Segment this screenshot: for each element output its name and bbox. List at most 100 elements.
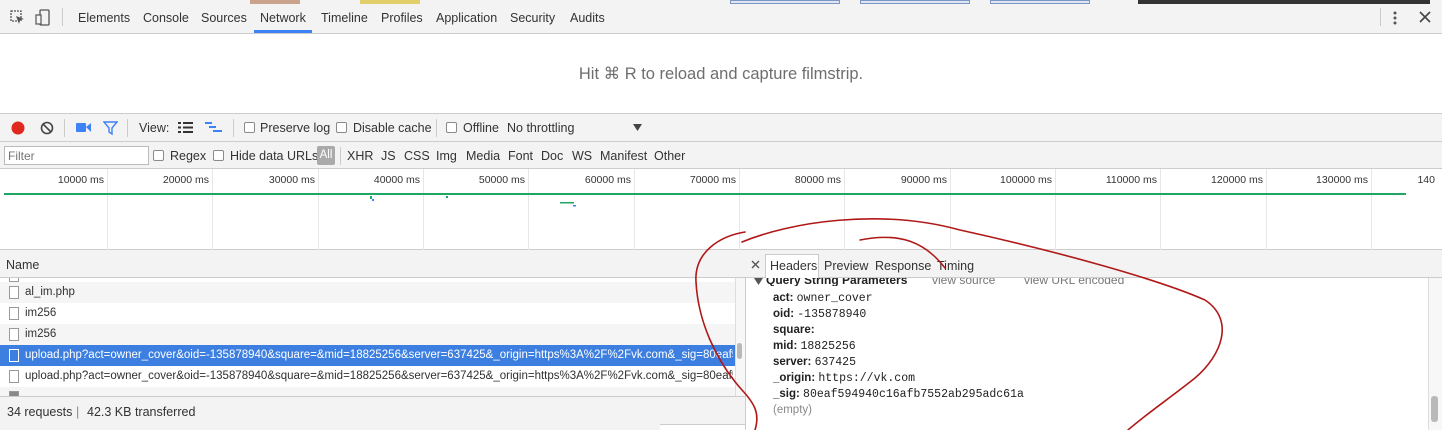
request-name: upload.php?act=owner_cover&oid=-13587894… — [25, 370, 733, 382]
tick-label: 100000 ms — [1000, 174, 1052, 186]
close-details-icon[interactable] — [751, 260, 760, 269]
param-row: oid: -135878940 — [773, 308, 866, 321]
active-tab-indicator — [254, 30, 312, 33]
tick-label: 40000 ms — [373, 174, 420, 186]
request-row[interactable]: im256 — [0, 303, 735, 324]
request-row-selected[interactable]: upload.php?act=owner_cover&oid=-13587894… — [0, 345, 735, 366]
query-section-header[interactable]: Query String Parameters view source view… — [746, 278, 1428, 286]
more-options-icon[interactable] — [1392, 10, 1398, 26]
request-count: 34 requests — [7, 405, 73, 419]
filter-icon[interactable] — [103, 121, 118, 135]
request-row[interactable]: im256 — [0, 324, 735, 345]
regex-checkbox[interactable] — [153, 150, 164, 161]
tick-label: 30000 ms — [268, 174, 315, 186]
file-icon — [9, 328, 19, 341]
type-filter-xhr[interactable]: XHR — [347, 149, 373, 163]
param-row: _origin: https://vk.com — [773, 372, 915, 385]
request-row-partial[interactable] — [0, 387, 735, 396]
type-filter-css[interactable]: CSS — [404, 149, 430, 163]
name-column-header[interactable]: Name — [6, 258, 39, 272]
request-name: im256 — [25, 328, 57, 340]
filter-input[interactable] — [4, 146, 149, 165]
requests-scrollbar[interactable] — [735, 278, 745, 396]
grid-line — [739, 169, 740, 250]
tab-profiles[interactable]: Profiles — [381, 11, 423, 25]
details-tab-headers[interactable]: Headers — [770, 259, 817, 273]
timeline-activity — [4, 193, 1406, 207]
tab-elements[interactable]: Elements — [78, 11, 130, 25]
tick-label: 110000 ms — [1105, 174, 1157, 186]
tick-label: 50000 ms — [478, 174, 525, 186]
type-filter-ws[interactable]: WS — [572, 149, 592, 163]
param-value: owner_cover — [796, 292, 873, 305]
timeline-overview[interactable]: 10000 ms 20000 ms 30000 ms 40000 ms 5000… — [0, 169, 1442, 250]
page-background-strip — [250, 0, 1430, 4]
request-row[interactable]: al_im.php — [0, 282, 735, 303]
waterfall-overview-icon[interactable] — [205, 122, 222, 134]
details-tab-preview[interactable]: Preview — [824, 259, 868, 273]
type-filter-doc[interactable]: Doc — [541, 149, 563, 163]
device-toolbar-icon[interactable] — [35, 9, 51, 27]
param-row: square: — [773, 324, 815, 337]
tab-separator — [1380, 8, 1381, 26]
view-source-link[interactable]: view source — [932, 278, 995, 286]
grid-line — [844, 169, 845, 250]
regex-label: Regex — [170, 149, 207, 163]
file-icon — [9, 307, 19, 320]
large-rows-icon[interactable] — [178, 122, 193, 133]
query-section-title: Query String Parameters — [766, 278, 908, 286]
toolbar-separator — [64, 119, 65, 137]
type-filter-js[interactable]: JS — [381, 149, 396, 163]
type-filter-img[interactable]: Img — [436, 149, 457, 163]
grid-line — [1266, 169, 1267, 250]
offline-label: Offline — [463, 121, 499, 135]
tab-security[interactable]: Security — [510, 11, 555, 25]
tab-application[interactable]: Application — [436, 11, 497, 25]
file-icon — [9, 349, 19, 362]
requests-header: Name — [0, 250, 745, 278]
tab-audits[interactable]: Audits — [570, 11, 605, 25]
clear-icon[interactable] — [39, 120, 55, 136]
details-tab-timing[interactable]: Timing — [937, 259, 974, 273]
type-filter-all[interactable]: All — [317, 146, 335, 165]
preserve-log-checkbox[interactable] — [244, 122, 255, 133]
type-filter-font[interactable]: Font — [508, 149, 533, 163]
param-key: server: — [773, 356, 812, 368]
tab-timeline[interactable]: Timeline — [321, 11, 368, 25]
tick-label: 80000 ms — [794, 174, 841, 186]
type-filter-other[interactable]: Other — [654, 149, 685, 163]
tab-sources[interactable]: Sources — [201, 11, 247, 25]
view-url-encoded-link[interactable]: view URL encoded — [1024, 278, 1124, 286]
close-icon[interactable] — [1419, 11, 1431, 23]
requests-scrollbar-thumb[interactable] — [737, 343, 742, 359]
param-value: https://vk.com — [818, 372, 915, 385]
offline-checkbox[interactable] — [446, 122, 457, 133]
param-key: oid: — [773, 308, 795, 320]
param-key: mid: — [773, 340, 798, 352]
details-scrollbar-thumb[interactable] — [1431, 396, 1438, 422]
record-icon[interactable] — [10, 120, 26, 136]
param-row: mid: 18825256 — [773, 340, 856, 353]
grid-line — [1160, 169, 1161, 250]
disable-cache-checkbox[interactable] — [336, 122, 347, 133]
param-row: server: 637425 — [773, 356, 856, 369]
inspect-element-icon[interactable] — [10, 10, 26, 26]
details-tab-response[interactable]: Response — [875, 259, 931, 273]
tab-network[interactable]: Network — [260, 11, 306, 25]
request-row[interactable]: upload.php?act=owner_cover&oid=-13587894… — [0, 366, 735, 387]
network-status-bar: 34 requests | 42.3 KB transferred — [0, 396, 745, 430]
capture-screenshots-icon[interactable] — [76, 122, 92, 134]
grid-line — [528, 169, 529, 250]
toolbar-separator — [233, 119, 234, 137]
devtools-window: Elements Console Sources Network Timelin… — [0, 0, 1442, 430]
throttling-select[interactable]: No throttling — [507, 121, 574, 135]
hide-data-urls-checkbox[interactable] — [213, 150, 224, 161]
tick-label: 10000 ms — [57, 174, 104, 186]
empty-note: (empty) — [773, 404, 812, 416]
toolbar-separator — [436, 119, 437, 137]
param-key: square: — [773, 324, 815, 336]
dropdown-arrow-icon[interactable] — [633, 124, 642, 131]
type-filter-manifest[interactable]: Manifest — [600, 149, 647, 163]
type-filter-media[interactable]: Media — [466, 149, 500, 163]
tab-console[interactable]: Console — [143, 11, 189, 25]
